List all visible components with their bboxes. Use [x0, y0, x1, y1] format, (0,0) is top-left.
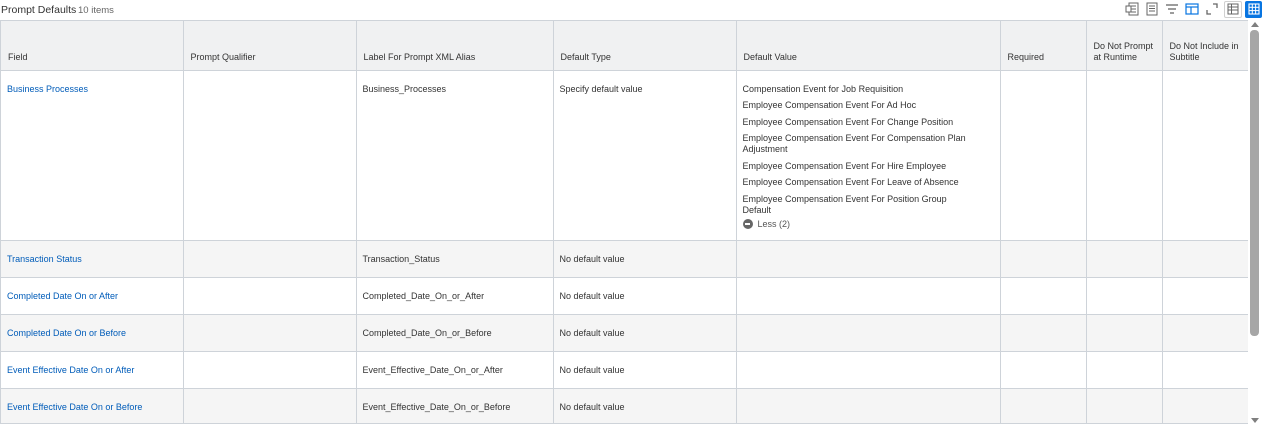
column-header-field[interactable]: Field [1, 21, 184, 71]
prompt-qualifier-cell [183, 277, 357, 315]
column-header-required[interactable]: Required [1000, 21, 1087, 71]
prompt-qualifier-cell [183, 70, 357, 241]
default-type-cell: No default value [553, 351, 737, 389]
list-item: Employee Compensation Event For Change P… [742, 116, 954, 127]
list-item: Employee Compensation Event For Position… [742, 193, 947, 215]
list-item: Employee Compensation Event For Leave of… [742, 177, 959, 187]
filter-button[interactable] [1162, 0, 1182, 18]
default-value-cell [736, 314, 1001, 352]
column-chooser-icon [1185, 3, 1199, 15]
do-not-prompt-cell [1086, 240, 1163, 278]
fullscreen-button[interactable] [1202, 0, 1222, 18]
filter-icon [1166, 4, 1178, 14]
grid-toolbar [1122, 0, 1262, 18]
do-not-prompt-cell [1086, 388, 1163, 423]
list-item: Compensation Event for Job Requisition [742, 83, 904, 94]
do-not-include-cell [1162, 351, 1248, 389]
default-value-cell [736, 277, 1001, 315]
do-not-prompt-cell [1086, 351, 1163, 389]
scroll-up-arrow-icon[interactable] [1251, 22, 1259, 27]
header-row: Field Prompt Qualifier Label For Prompt … [1, 21, 1248, 71]
less-toggle[interactable]: Less (2) [742, 219, 994, 229]
label-alias-cell: Completed_Date_On_or_Before [356, 314, 554, 352]
default-value-cell [736, 240, 1001, 278]
prompt-qualifier-cell [183, 388, 357, 423]
column-header-do-not-include[interactable]: Do Not Include in Subtitle [1162, 21, 1248, 71]
column-header-label-alias[interactable]: Label For Prompt XML Alias [356, 21, 554, 71]
list-item: Employee Compensation Event For Compensa… [742, 133, 966, 154]
grid-view-icon [1247, 3, 1260, 15]
column-header-prompt-qualifier[interactable]: Prompt Qualifier [183, 21, 357, 71]
field-link[interactable]: Completed Date On or After [1, 277, 184, 315]
table-row: Completed Date On or Before Completed_Da… [1, 314, 1248, 352]
prompt-qualifier-cell [183, 240, 357, 278]
label-alias-cell: Event_Effective_Date_On_or_Before [356, 388, 554, 423]
export-pdf-button[interactable] [1142, 0, 1162, 18]
default-type-cell: No default value [553, 240, 737, 278]
do-not-include-cell [1162, 388, 1248, 423]
table-row: Completed Date On or After Completed_Dat… [1, 277, 1248, 315]
default-value-cell [736, 388, 1001, 423]
default-value-cell: Compensation Event for Job Requisition E… [736, 70, 1001, 241]
table-row: Event Effective Date On or Before Event_… [1, 388, 1248, 423]
required-cell [1000, 351, 1087, 389]
do-not-prompt-cell [1086, 70, 1163, 241]
required-cell [1000, 240, 1087, 278]
default-type-cell: No default value [553, 314, 737, 352]
required-cell [1000, 388, 1087, 423]
less-label: Less (2) [757, 219, 791, 229]
prompt-qualifier-cell [183, 351, 357, 389]
default-type-cell: No default value [553, 388, 737, 423]
required-cell [1000, 314, 1087, 352]
field-link[interactable]: Transaction Status [1, 240, 184, 278]
scroll-down-arrow-icon[interactable] [1251, 418, 1259, 423]
list-item: Employee Compensation Event For Hire Emp… [742, 160, 947, 171]
scroll-thumb[interactable] [1250, 30, 1259, 336]
label-alias-cell: Transaction_Status [356, 240, 554, 278]
table-view-icon [1227, 3, 1239, 15]
export-excel-button[interactable] [1122, 0, 1142, 18]
default-type-cell: Specify default value [553, 70, 737, 241]
label-alias-cell: Completed_Date_On_or_After [356, 277, 554, 315]
do-not-prompt-cell [1086, 277, 1163, 315]
column-header-default-type[interactable]: Default Type [553, 21, 737, 71]
column-header-do-not-prompt[interactable]: Do Not Prompt at Runtime [1086, 21, 1163, 71]
field-link[interactable]: Completed Date On or Before [1, 314, 184, 352]
required-cell [1000, 277, 1087, 315]
default-type-cell: No default value [553, 277, 737, 315]
do-not-include-cell [1162, 70, 1248, 241]
field-link[interactable]: Event Effective Date On or After [1, 351, 184, 389]
fullscreen-icon [1206, 3, 1218, 15]
prompt-defaults-table: Field Prompt Qualifier Label For Prompt … [1, 21, 1248, 423]
do-not-include-cell [1162, 314, 1248, 352]
label-alias-cell: Event_Effective_Date_On_or_After [356, 351, 554, 389]
export-pdf-icon [1146, 2, 1158, 16]
grid-title-bar: Prompt Defaults 10 items [0, 0, 1266, 21]
prompt-defaults-grid: Field Prompt Qualifier Label For Prompt … [0, 20, 1248, 424]
required-cell [1000, 70, 1087, 241]
list-item: Employee Compensation Event For Ad Hoc [742, 100, 917, 110]
label-alias-cell: Business_Processes [356, 70, 554, 241]
item-count: 10 items [78, 5, 114, 16]
vertical-scrollbar[interactable] [1248, 20, 1262, 424]
grid-title: Prompt Defaults [1, 4, 77, 16]
table-row: Event Effective Date On or After Event_E… [1, 351, 1248, 389]
do-not-include-cell [1162, 240, 1248, 278]
table-view-button[interactable] [1224, 0, 1242, 18]
export-excel-icon [1125, 2, 1139, 16]
do-not-prompt-cell [1086, 314, 1163, 352]
default-value-list: Compensation Event for Job Requisition E… [743, 84, 994, 216]
collapse-icon [742, 219, 753, 229]
field-link[interactable]: Business Processes [1, 70, 184, 241]
table-row: Business Processes Business_Processes Sp… [1, 70, 1248, 241]
table-row: Transaction Status Transaction_Status No… [1, 240, 1248, 278]
do-not-include-cell [1162, 277, 1248, 315]
grid-view-button[interactable] [1245, 0, 1262, 18]
column-chooser-button[interactable] [1182, 0, 1202, 18]
default-value-cell [736, 351, 1001, 389]
field-link[interactable]: Event Effective Date On or Before [1, 388, 184, 423]
prompt-qualifier-cell [183, 314, 357, 352]
column-header-default-value[interactable]: Default Value [736, 21, 1001, 71]
